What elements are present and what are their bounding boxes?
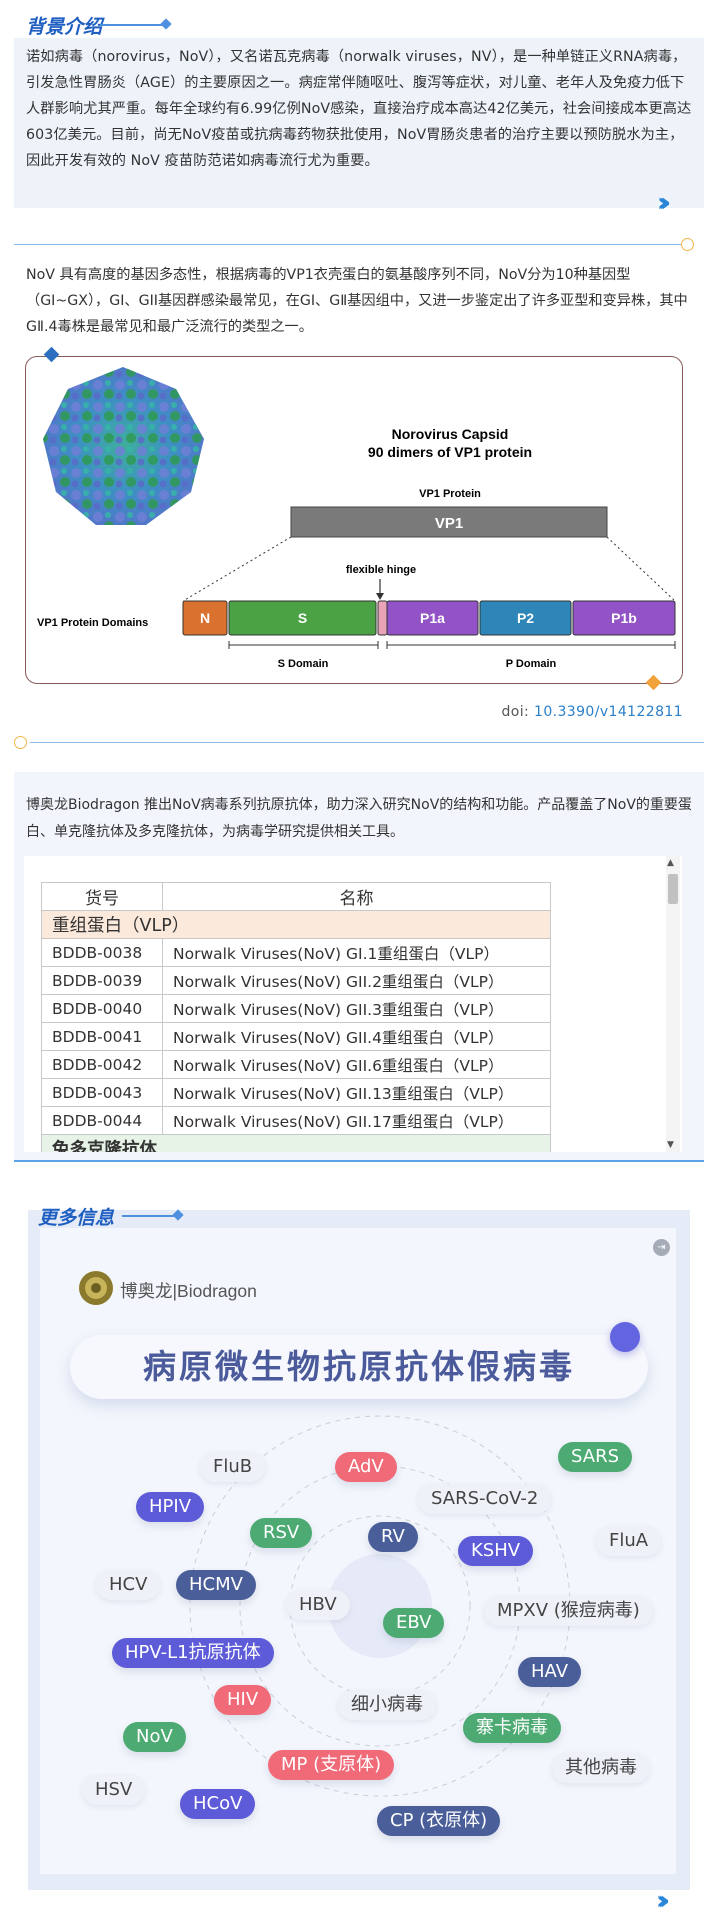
divider-ring-icon: [681, 238, 694, 251]
product-name-cell: Norwalk Viruses(NoV) GII.17重组蛋白（VLP）: [162, 1106, 551, 1135]
product-name-cell: Norwalk Viruses(NoV) GII.13重组蛋白（VLP）: [162, 1078, 551, 1107]
pathogen-pill[interactable]: HSV: [82, 1775, 146, 1805]
double-chevron-right-icon[interactable]: ›››: [656, 1886, 670, 1916]
brand-name: 博奥龙|Biodragon: [120, 1281, 257, 1301]
pathogen-pill[interactable]: HCMV: [176, 1570, 256, 1600]
table-row: BDDB-0044 Norwalk Viruses(NoV) GII.17重组蛋白…: [41, 1106, 551, 1135]
pathogen-pill[interactable]: NoV: [123, 1722, 186, 1752]
pathogen-pill[interactable]: 其他病毒: [552, 1753, 650, 1783]
biodragon-logo-icon: [79, 1271, 113, 1305]
pathogen-pill[interactable]: FluB: [200, 1452, 266, 1482]
divider-line: [30, 742, 704, 743]
genotype-paragraph: NoV 具有高度的基因多态性，根据病毒的VP1衣壳蛋白的氨基酸序列不同，NoV分…: [26, 267, 688, 335]
divider-line: [14, 244, 684, 245]
vp1-figure: Norovirus Capsid 90 dimers of VP1 protei…: [37, 367, 676, 670]
group-row-polyclonal: 兔多克隆抗体: [41, 1134, 551, 1152]
table-row: BDDB-0041 Norwalk Viruses(NoV) GII.4重组蛋白（…: [41, 1022, 551, 1051]
zoom-line-right: [606, 536, 676, 602]
sku-cell: BDDB-0040: [41, 994, 163, 1023]
pathogen-pill[interactable]: AdV: [335, 1452, 397, 1482]
table-row: BDDB-0042 Norwalk Viruses(NoV) GII.6重组蛋白（…: [41, 1050, 551, 1079]
sku-cell: BDDB-0038: [41, 938, 163, 967]
vp1-domains: N S P1a P2 P1b: [182, 600, 676, 636]
product-table-scroll-area[interactable]: 货号 名称 重组蛋白（VLP） BDDB-0038 Norwalk Viruses…: [24, 856, 682, 1152]
pathogen-pill[interactable]: HBV: [286, 1590, 350, 1620]
hinge-arrowhead: [376, 593, 384, 600]
doi-link[interactable]: 10.3390/v14122811: [534, 704, 683, 720]
pathogen-pill[interactable]: SARS-CoV-2: [418, 1484, 552, 1514]
pathogen-pill[interactable]: CP (衣原体): [377, 1806, 501, 1836]
pathogen-pill[interactable]: FluA: [596, 1526, 662, 1556]
group-row-vlp: 重组蛋白（VLP）: [41, 910, 551, 939]
pathogen-pill[interactable]: 寨卡病毒: [463, 1713, 561, 1743]
poster-banner-title: 病原微生物抗原抗体假病毒: [143, 1347, 575, 1386]
product-name-cell: Norwalk Viruses(NoV) GI.1重组蛋白（VLP）: [162, 938, 551, 967]
title-underline: [100, 24, 164, 26]
sku-cell: BDDB-0039: [41, 966, 163, 995]
hinge-label: flexible hinge: [346, 564, 416, 576]
p-domain-label: P Domain: [506, 658, 557, 670]
scrollbar-thumb[interactable]: [668, 874, 678, 904]
domain-label: P1b: [611, 610, 637, 626]
product-name-cell: Norwalk Viruses(NoV) GII.6重组蛋白（VLP）: [162, 1050, 551, 1079]
doi-prefix: doi:: [501, 704, 535, 720]
pathogen-pill[interactable]: 细小病毒: [338, 1690, 436, 1720]
sku-cell: BDDB-0043: [41, 1078, 163, 1107]
more-info-title: 更多信息: [38, 1208, 115, 1229]
pathogen-pill[interactable]: HPV-L1抗原抗体: [112, 1638, 274, 1668]
pathogen-pill[interactable]: RV: [368, 1522, 418, 1552]
pathogen-pill[interactable]: HAV: [518, 1657, 582, 1687]
section-rule: [14, 1160, 704, 1162]
capsid-title-2: 90 dimers of VP1 protein: [368, 444, 532, 460]
table-row: BDDB-0043 Norwalk Viruses(NoV) GII.13重组蛋白…: [41, 1078, 551, 1107]
background-section-title: 背景介绍: [26, 17, 103, 38]
background-paragraph: 诺如病毒（norovirus，NoV），又名诺瓦克病毒（norwalk viru…: [26, 49, 692, 169]
zoom-line-left: [182, 536, 292, 602]
pathogen-pill[interactable]: HIV: [214, 1685, 272, 1715]
table-row: BDDB-0039 Norwalk Viruses(NoV) GII.2重组蛋白（…: [41, 966, 551, 995]
pathogen-pill[interactable]: HCV: [96, 1570, 161, 1600]
title-diamond-icon: [160, 18, 172, 30]
products-paragraph: 博奥龙Biodragon 推出NoV病毒系列抗原抗体，助力深入研究NoV的结构和…: [26, 797, 692, 840]
product-name-cell: Norwalk Viruses(NoV) GII.2重组蛋白（VLP）: [162, 966, 551, 995]
title-underline: [122, 1215, 174, 1217]
sku-cell: BDDB-0044: [41, 1106, 163, 1135]
pathogen-pill[interactable]: MPXV (猴痘病毒): [484, 1596, 653, 1626]
vp1-protein-label: VP1 Protein: [419, 488, 481, 500]
pathogen-pill[interactable]: HPIV: [136, 1492, 205, 1522]
domain-block: [377, 600, 388, 636]
scroll-down-arrow-icon[interactable]: ▼: [667, 1140, 674, 1150]
pathogen-pill[interactable]: EBV: [383, 1608, 445, 1638]
product-name-cell: Norwalk Viruses(NoV) GII.4重组蛋白（VLP）: [162, 1022, 551, 1051]
norovirus-capsid-image: [43, 367, 204, 525]
col-header-sku: 货号: [41, 882, 163, 911]
divider-ring-icon: [14, 736, 27, 749]
domain-label: P1a: [420, 610, 445, 626]
pathogen-pill[interactable]: RSV: [250, 1518, 313, 1548]
table-row: BDDB-0038 Norwalk Viruses(NoV) GI.1重组蛋白（V…: [41, 938, 551, 967]
domain-label: N: [200, 610, 210, 626]
pathogen-pill[interactable]: KSHV: [458, 1536, 534, 1566]
capsid-title-1: Norovirus Capsid: [392, 426, 509, 442]
scroll-up-arrow-icon[interactable]: ▲: [667, 858, 674, 868]
vp1-figure-frame: Norovirus Capsid 90 dimers of VP1 protei…: [25, 356, 683, 684]
double-chevron-right-icon[interactable]: ›››: [657, 188, 671, 218]
sku-cell: BDDB-0041: [41, 1022, 163, 1051]
col-header-name: 名称: [162, 882, 551, 911]
domain-label: P2: [517, 610, 534, 626]
exit-icon[interactable]: ⇥: [653, 1239, 670, 1256]
product-name-cell: Norwalk Viruses(NoV) GII.3重组蛋白（VLP）: [162, 994, 551, 1023]
table-row: BDDB-0040 Norwalk Viruses(NoV) GII.3重组蛋白（…: [41, 994, 551, 1023]
pathogen-pill[interactable]: MP (支原体): [268, 1750, 395, 1780]
pathogen-pill[interactable]: HCoV: [180, 1789, 256, 1819]
sku-cell: BDDB-0042: [41, 1050, 163, 1079]
product-table: 货号 名称 重组蛋白（VLP） BDDB-0038 Norwalk Viruses…: [41, 882, 551, 1152]
s-domain-label: S Domain: [278, 658, 329, 670]
doi-reference: doi: 10.3390/v14122811: [502, 704, 683, 720]
pathogen-pill[interactable]: SARS: [558, 1442, 633, 1472]
domain-label: S: [298, 610, 307, 626]
domains-label: VP1 Protein Domains: [37, 617, 148, 629]
vp1-bar-label: VP1: [435, 515, 463, 532]
decorative-dot: [610, 1322, 640, 1352]
